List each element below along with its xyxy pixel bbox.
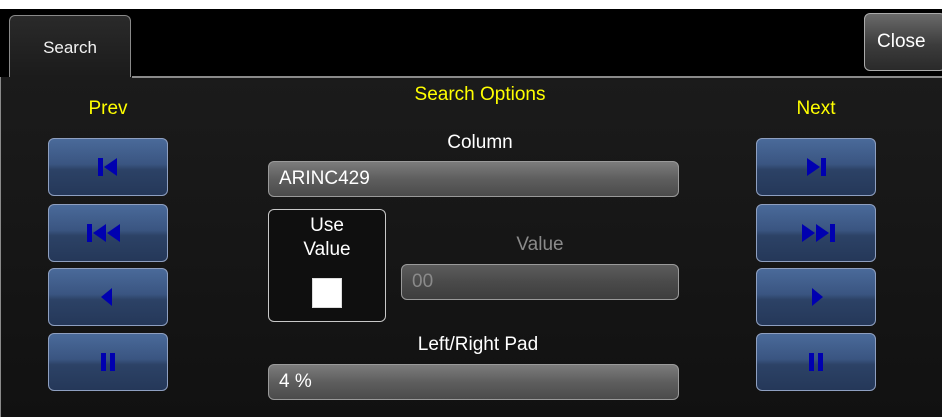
column-value: ARINC429 xyxy=(279,168,370,189)
fast-forward-icon xyxy=(802,224,835,242)
pad-field[interactable]: 4 % xyxy=(268,364,679,400)
use-value-checkbox[interactable] xyxy=(312,278,342,308)
first-icon xyxy=(98,158,117,176)
next-pause-button[interactable] xyxy=(756,333,876,391)
next-last-button[interactable] xyxy=(756,138,876,196)
value-value: 00 xyxy=(412,271,434,292)
pause-icon xyxy=(809,353,823,371)
column-label: Column xyxy=(447,132,513,153)
use-value-label: Use Value xyxy=(303,215,351,260)
use-value-group: Use Value xyxy=(268,209,386,322)
close-button[interactable]: Close xyxy=(864,13,942,71)
close-button-label: Close xyxy=(877,31,926,52)
top-strip xyxy=(0,0,942,9)
tab-search-label: Search xyxy=(43,38,97,57)
next-step-forward-button[interactable] xyxy=(756,268,876,326)
tab-search[interactable]: Search xyxy=(9,15,131,77)
tab-strip-line xyxy=(132,76,942,78)
prev-step-back-button[interactable] xyxy=(48,268,168,326)
prev-first-button[interactable] xyxy=(48,138,168,196)
next-label: Next xyxy=(796,98,836,119)
step-back-icon xyxy=(101,288,112,306)
value-label: Value xyxy=(516,234,564,255)
pad-value: 4 % xyxy=(279,371,312,392)
pad-label: Left/Right Pad xyxy=(417,334,539,355)
prev-label: Prev xyxy=(88,98,128,119)
column-field[interactable]: ARINC429 xyxy=(268,161,679,197)
prev-pause-button[interactable] xyxy=(48,333,168,391)
search-options-title: Search Options xyxy=(414,84,546,105)
next-fast-forward-button[interactable] xyxy=(756,204,876,262)
pause-icon xyxy=(101,353,115,371)
value-field[interactable]: 00 xyxy=(401,264,679,300)
fast-back-icon xyxy=(87,224,120,242)
prev-fast-back-button[interactable] xyxy=(48,204,168,262)
step-forward-icon xyxy=(812,288,823,306)
last-icon xyxy=(807,158,826,176)
